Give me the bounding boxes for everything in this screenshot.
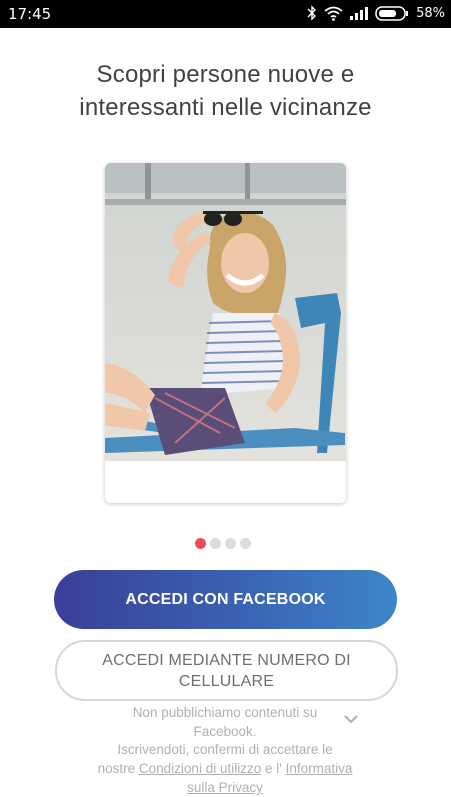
bluetooth-icon xyxy=(307,5,317,21)
status-bar: 17:45 58% xyxy=(0,0,451,28)
phone-login-button[interactable]: ACCEDI MEDIANTE NUMERO DI CELLULARE xyxy=(55,640,398,701)
signal-icon xyxy=(350,6,369,20)
headline: Scopri persone nuove e interessanti nell… xyxy=(0,58,451,124)
carousel-indicator xyxy=(195,538,251,549)
legal-text: Iscrivendoti, confermi di accettare le n… xyxy=(97,742,353,795)
profile-photo xyxy=(105,163,346,461)
battery-icon xyxy=(375,5,409,21)
headline-line-2: interessanti nelle vicinanze xyxy=(79,94,372,121)
status-time: 17:45 xyxy=(8,5,52,23)
battery-percent: 58% xyxy=(416,5,445,21)
carousel-dot-active[interactable] xyxy=(195,538,206,549)
carousel-dot[interactable] xyxy=(225,538,236,549)
carousel-dot[interactable] xyxy=(240,538,251,549)
facebook-login-label: ACCEDI CON FACEBOOK xyxy=(125,590,326,608)
phone-login-label: ACCEDI MEDIANTE NUMERO DI CELLULARE xyxy=(102,651,351,690)
profile-card[interactable] xyxy=(105,163,346,503)
headline-line-1: Scopri persone nuove e xyxy=(96,61,355,88)
wifi-icon xyxy=(324,6,343,21)
facebook-login-button[interactable]: ACCEDI CON FACEBOOK xyxy=(54,570,397,629)
carousel-dot[interactable] xyxy=(210,538,221,549)
status-icons: 58% xyxy=(307,5,445,21)
chevron-down-icon[interactable] xyxy=(343,711,359,729)
terms-link[interactable]: Condizioni di utilizzo xyxy=(139,761,261,776)
facebook-disclaimer: Non pubblichiamo contenuti su Facebook. xyxy=(132,705,318,739)
